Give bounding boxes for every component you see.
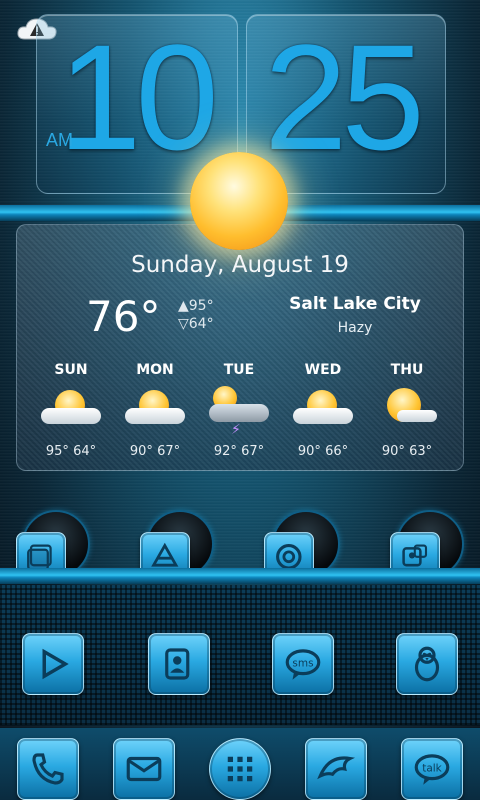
phone-icon[interactable] bbox=[17, 738, 79, 800]
forecast-day: SUN 95° 64° bbox=[33, 362, 109, 459]
penguin-icon[interactable] bbox=[396, 633, 458, 695]
forecast-temps: 92° 67° bbox=[213, 444, 265, 459]
forecast-day-label: SUN bbox=[54, 362, 88, 378]
forecast-day-label: WED bbox=[304, 362, 342, 378]
forecast-day-label: THU bbox=[390, 362, 424, 378]
sun-icon bbox=[190, 152, 288, 250]
talk-icon[interactable]: talk bbox=[401, 738, 463, 800]
forecast-day: THU 90° 63° bbox=[369, 362, 445, 459]
partly-cloudy-icon bbox=[117, 386, 193, 434]
low-temperature: ▽64° bbox=[178, 316, 214, 332]
forecast-day: TUE ⚡ 92° 67° bbox=[201, 362, 277, 459]
mostly-sunny-icon bbox=[369, 386, 445, 434]
thunderstorm-icon: ⚡ bbox=[201, 386, 277, 438]
weather-date: Sunday, August 19 bbox=[131, 252, 349, 278]
forecast-temps: 90° 66° bbox=[297, 444, 349, 459]
forecast-day: WED 90° 66° bbox=[285, 362, 361, 459]
dolphin-icon[interactable] bbox=[305, 738, 367, 800]
forecast-day: MON 90° 67° bbox=[117, 362, 193, 459]
forecast-day-label: MON bbox=[136, 362, 174, 378]
sms-icon[interactable]: sms bbox=[272, 633, 334, 695]
accent-bar-middle bbox=[0, 568, 480, 584]
contacts-icon[interactable] bbox=[148, 633, 210, 695]
svg-text:sms: sms bbox=[292, 658, 313, 670]
partly-cloudy-icon bbox=[33, 386, 109, 434]
forecast-temps: 95° 64° bbox=[45, 444, 97, 459]
play-icon[interactable] bbox=[22, 633, 84, 695]
svg-text:talk: talk bbox=[422, 763, 442, 775]
grid-icon[interactable] bbox=[209, 738, 271, 800]
weather-city: Salt Lake City bbox=[289, 294, 421, 314]
current-temperature: 76° bbox=[86, 292, 161, 341]
forecast-day-label: TUE bbox=[223, 362, 255, 378]
mail-icon[interactable] bbox=[113, 738, 175, 800]
clock-hours: 10 bbox=[58, 13, 219, 181]
partly-cloudy-icon bbox=[285, 386, 361, 434]
clock-ampm: AM bbox=[46, 130, 73, 150]
forecast-temps: 90° 63° bbox=[381, 444, 433, 459]
clock-minutes: 25 bbox=[264, 13, 425, 181]
high-temperature: ▲95° bbox=[178, 298, 214, 314]
weather-condition: Hazy bbox=[337, 320, 373, 336]
forecast-temps: 90° 67° bbox=[129, 444, 181, 459]
